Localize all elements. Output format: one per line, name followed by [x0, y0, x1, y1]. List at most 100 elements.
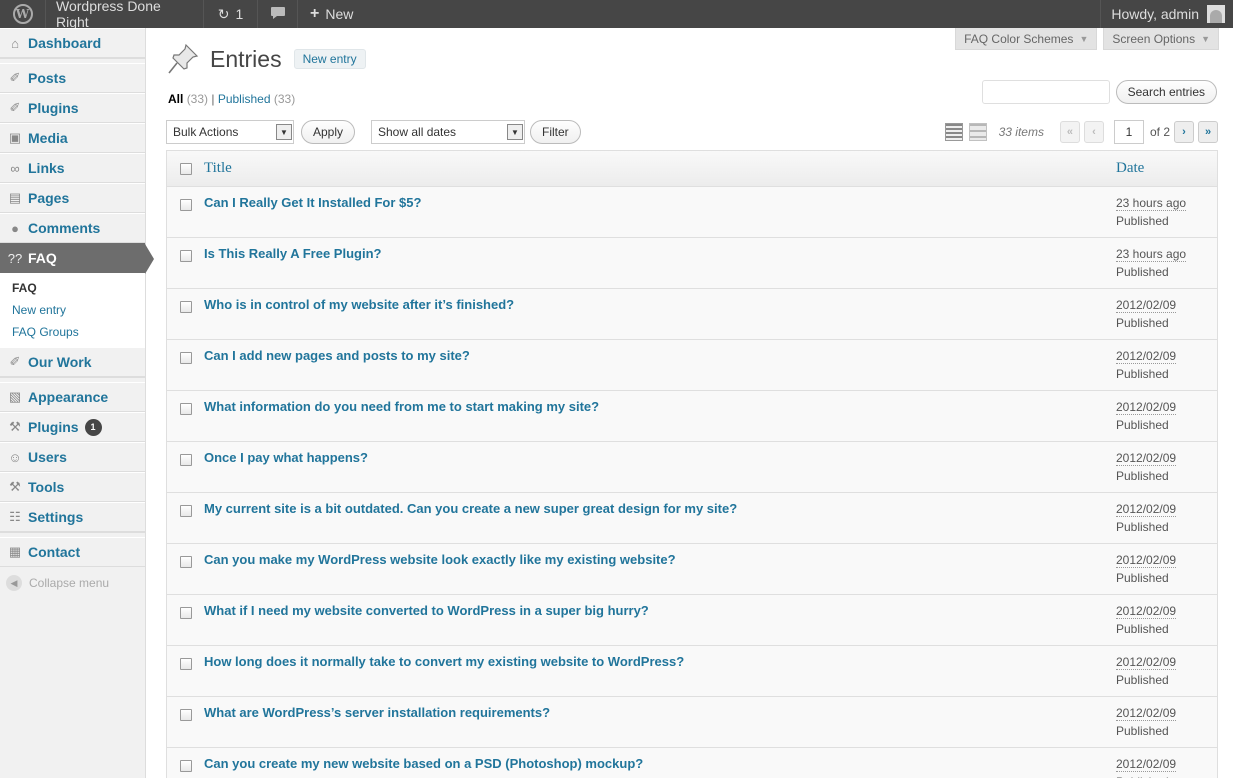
row-checkbox[interactable] — [179, 505, 192, 517]
entry-title-link[interactable]: Who is in control of my website after it… — [204, 297, 514, 312]
contact-icon: ▦ — [8, 544, 22, 559]
updates-link[interactable]: ↻ 1 — [204, 0, 258, 28]
link-icon: ∞ — [10, 160, 20, 176]
prev-page-button[interactable]: ‹ — [1083, 121, 1104, 143]
bulk-actions-select[interactable]: Bulk Actions ▼ — [166, 120, 294, 144]
row-checkbox[interactable] — [179, 199, 192, 211]
entry-title-link[interactable]: My current site is a bit outdated. Can y… — [204, 501, 737, 516]
filter-all[interactable]: All — [168, 92, 183, 106]
menu-label: Plugins — [28, 419, 79, 435]
next-page-button[interactable]: › — [1174, 121, 1194, 143]
entry-title-link[interactable]: What if I need my website converted to W… — [204, 603, 649, 618]
current-page-input[interactable]: 1 — [1113, 120, 1144, 144]
page-header: Entries New entry — [166, 42, 366, 76]
new-content-link[interactable]: + New — [298, 0, 363, 28]
menu-dashboard[interactable]: ⌂ Dashboard — [0, 28, 145, 58]
tab-label: FAQ Color Schemes — [964, 31, 1074, 46]
menu-media[interactable]: ▣ Media — [0, 123, 145, 153]
entry-title-link[interactable]: Can you create my new website based on a… — [204, 756, 643, 771]
menu-posts[interactable]: ✐ Posts — [0, 63, 145, 93]
menu-links[interactable]: ∞ Links — [0, 153, 145, 183]
table-row: What are WordPress’s server installation… — [167, 697, 1217, 748]
entry-date: 2012/02/09 — [1116, 553, 1177, 568]
comment-icon: ● — [11, 220, 19, 236]
site-name-link[interactable]: Wordpress Done Right — [46, 0, 204, 30]
menu-tools[interactable]: ⚒ Tools — [0, 472, 145, 502]
screen-options-tab[interactable]: Screen Options ▼ — [1103, 28, 1219, 50]
row-checkbox[interactable] — [179, 250, 192, 262]
entry-title-link[interactable]: Is This Really A Free Plugin? — [204, 246, 381, 261]
select-all-checkbox[interactable] — [179, 162, 192, 175]
entry-title-link[interactable]: Can you make my WordPress website look e… — [204, 552, 676, 567]
pin-icon: ✐ — [9, 100, 21, 115]
row-checkbox[interactable] — [179, 454, 192, 466]
filter-button[interactable]: Filter — [530, 120, 581, 144]
date-column-header[interactable]: Date — [1116, 160, 1217, 177]
menu-pages[interactable]: ▤ Pages — [0, 183, 145, 213]
entry-title-link[interactable]: Can I Really Get It Installed For $5? — [204, 195, 421, 210]
entry-title-link[interactable]: Once I pay what happens? — [204, 450, 368, 465]
main-content: FAQ Color Schemes ▼ Screen Options ▼ Entri… — [146, 28, 1233, 778]
first-page-button[interactable]: « — [1059, 121, 1080, 143]
entry-date: 2012/02/09 — [1116, 502, 1177, 517]
apply-button[interactable]: Apply — [301, 120, 356, 144]
entry-date: 2012/02/09 — [1116, 400, 1177, 415]
table-row: Can you create my new website based on a… — [167, 748, 1217, 778]
row-checkbox[interactable] — [179, 352, 192, 364]
title-column-header[interactable]: Title — [204, 160, 1116, 177]
search-entries-button[interactable]: Search entries — [1115, 80, 1217, 104]
table-body: Can I Really Get It Installed For $5? 23 … — [167, 187, 1217, 778]
wordpress-logo-icon[interactable]: W — [0, 0, 46, 28]
refresh-icon: ↻ — [217, 5, 230, 22]
row-checkbox[interactable] — [179, 709, 192, 721]
pagination: 33 items « ‹ 1 of 2 › » — [944, 120, 1218, 144]
media-icon: ▣ — [8, 130, 22, 145]
table-row: What information do you need from me to … — [167, 391, 1217, 442]
menu-our-work[interactable]: ✐ Our Work — [0, 347, 145, 377]
collapse-menu-button[interactable]: ◀ Collapse menu — [0, 567, 145, 599]
menu-appearance[interactable]: ▧ Appearance — [0, 382, 145, 412]
entry-status: Published — [1116, 214, 1169, 228]
submenu-new-entry[interactable]: New entry — [0, 299, 145, 321]
dates-filter-select[interactable]: Show all dates ▼ — [371, 120, 525, 144]
list-view-icon[interactable] — [944, 123, 963, 141]
menu-label: Media — [28, 130, 68, 146]
plus-icon: + — [310, 5, 320, 22]
menu-contact[interactable]: ▦ Contact — [0, 537, 145, 567]
entry-title-link[interactable]: How long does it normally take to conver… — [204, 654, 684, 669]
add-new-entry-button[interactable]: New entry — [293, 49, 366, 69]
my-account-menu[interactable]: Howdy, admin — [1100, 0, 1233, 28]
settings-icon: ☷ — [9, 509, 21, 524]
last-page-button[interactable]: » — [1198, 121, 1218, 143]
menu-label: Users — [28, 449, 67, 465]
total-pages: of 2 — [1149, 125, 1170, 139]
entry-date: 2012/02/09 — [1116, 706, 1177, 721]
faq-icon: ?? — [7, 250, 23, 266]
search-input[interactable] — [981, 80, 1110, 104]
table-row: What if I need my website converted to W… — [167, 595, 1217, 646]
color-schemes-tab[interactable]: FAQ Color Schemes ▼ — [955, 28, 1098, 50]
entry-title-link[interactable]: What information do you need from me to … — [204, 399, 599, 414]
row-checkbox[interactable] — [179, 556, 192, 568]
entry-title-link[interactable]: Can I add new pages and posts to my site… — [204, 348, 470, 363]
row-checkbox[interactable] — [179, 403, 192, 415]
excerpt-view-icon[interactable] — [968, 123, 987, 141]
new-label: New — [325, 6, 354, 22]
row-checkbox[interactable] — [179, 658, 192, 670]
entry-title-link[interactable]: What are WordPress’s server installation… — [204, 705, 550, 720]
submenu-faq[interactable]: FAQ — [0, 277, 145, 299]
row-checkbox[interactable] — [179, 301, 192, 313]
comments-link[interactable] — [258, 0, 298, 28]
menu-plugins[interactable]: ⚒ Plugins 1 — [0, 412, 145, 442]
row-checkbox[interactable] — [179, 607, 192, 619]
menu-plugins-top[interactable]: ✐ Plugins — [0, 93, 145, 123]
menu-label: Contact — [28, 544, 81, 560]
submenu-faq-groups[interactable]: FAQ Groups — [0, 321, 145, 343]
filter-published[interactable]: Published — [218, 92, 271, 106]
menu-settings[interactable]: ☷ Settings — [0, 502, 145, 532]
menu-users[interactable]: ☺ Users — [0, 442, 145, 472]
menu-comments[interactable]: ● Comments — [0, 213, 145, 243]
menu-faq[interactable]: ?? FAQ — [0, 243, 154, 274]
row-checkbox[interactable] — [179, 760, 192, 772]
comment-bubble-icon — [270, 6, 286, 23]
